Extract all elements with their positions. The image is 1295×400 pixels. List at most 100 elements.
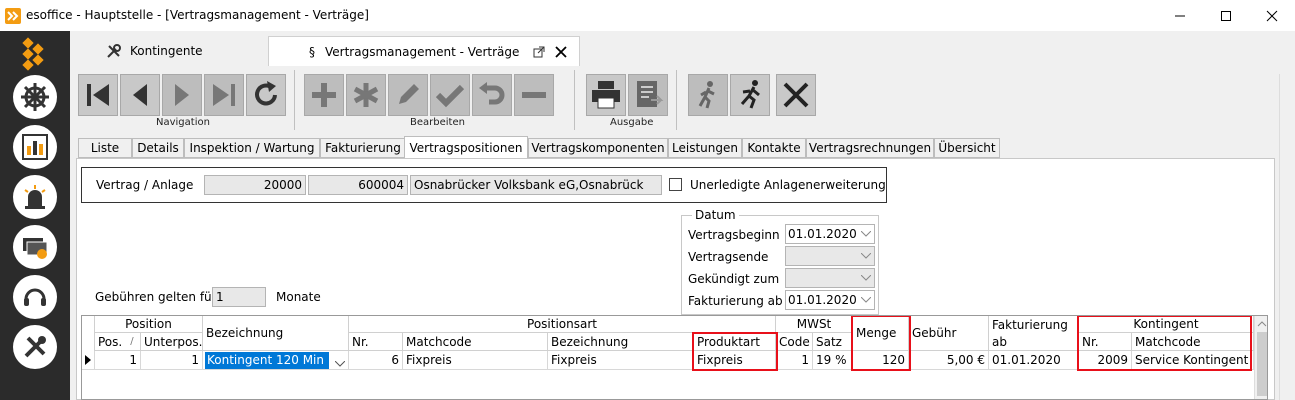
vertragsende-label: Vertragsende — [688, 250, 769, 264]
col-header-pa-nr[interactable]: Nr. — [349, 333, 403, 351]
col-header-pa-matchcode[interactable]: Matchcode — [403, 333, 548, 351]
window-title: esoffice - Hauptstelle - [Vertragsmanage… — [26, 8, 369, 22]
alarm-light-icon[interactable] — [13, 175, 57, 219]
fakturierung-ab-field[interactable]: 01.01.2020 — [785, 290, 875, 310]
scroll-thumb[interactable] — [1257, 332, 1267, 396]
tab-vertragsmanagement[interactable]: § Vertragsmanagement - Verträge — [268, 36, 580, 66]
gekuendigt-field[interactable] — [785, 268, 875, 288]
cell-bezeichnung[interactable]: Kontingent 120 Min — [203, 351, 349, 370]
popout-icon[interactable] — [533, 46, 545, 58]
fakturierung-ab-value: 01.01.2020 — [788, 293, 857, 307]
col-header-fakturierung[interactable]: Fakturierung — [989, 316, 1079, 333]
col-header-unterpos[interactable]: Unterpos. — [141, 333, 203, 351]
subtab-vertragspositionen[interactable]: Vertragspositionen — [404, 136, 528, 159]
vertrag-nr-field: 20000 — [204, 175, 306, 195]
cell-pa-matchcode[interactable]: Fixpreis — [403, 351, 548, 370]
subtab-kontakte[interactable]: Kontakte — [742, 138, 806, 158]
toolbar-group-label: Ausgabe — [610, 117, 654, 128]
export-button[interactable] — [628, 74, 668, 116]
tab-kontingente[interactable]: Kontingente — [106, 36, 256, 66]
tools-icon[interactable] — [13, 325, 57, 369]
minimize-button[interactable] — [1157, 0, 1203, 31]
subtab-vertragskomponenten[interactable]: Vertragskomponenten — [528, 138, 668, 158]
next-record-button[interactable] — [162, 74, 202, 116]
cell-satz[interactable]: 19 % — [813, 351, 853, 370]
helm-icon[interactable] — [13, 75, 57, 119]
gebuehren-unit: Monate — [276, 290, 321, 304]
vertragsbeginn-field[interactable]: 01.01.2020 — [785, 224, 875, 244]
bezeichnung-selected-value[interactable]: Kontingent 120 Min — [205, 351, 329, 369]
col-header-code[interactable]: Code — [776, 333, 813, 351]
first-record-button[interactable] — [78, 74, 118, 116]
subtab-vertragsrechnungen[interactable]: Vertragsrechnungen — [806, 138, 934, 158]
subtab-liste[interactable]: Liste — [78, 138, 132, 158]
subtab-inspektion[interactable]: Inspektion / Wartung — [184, 138, 320, 158]
chevron-down-icon[interactable] — [857, 291, 874, 309]
chevron-down-icon[interactable] — [857, 269, 874, 287]
anlagenerweiterung-checkbox[interactable] — [669, 178, 682, 191]
save-button[interactable] — [430, 74, 470, 116]
delete-button[interactable] — [514, 74, 554, 116]
grid-scrollbar[interactable] — [1254, 316, 1267, 399]
toolbar-group-label: Navigation — [156, 117, 210, 128]
cell-unterpos[interactable]: 1 — [141, 351, 203, 370]
money-icon[interactable] — [13, 225, 57, 269]
col-header-pa-bezeichnung[interactable]: Bezeichnung — [548, 333, 694, 351]
printer-icon — [592, 81, 620, 109]
datum-title: Datum — [692, 208, 739, 222]
subtab-leistungen[interactable]: Leistungen — [668, 138, 742, 158]
scroll-up-icon — [1257, 321, 1267, 327]
main-scrollbar[interactable] — [1279, 74, 1293, 400]
previous-record-button[interactable] — [120, 74, 160, 116]
group-header-positionsart: Positionsart — [349, 316, 776, 333]
chart-board-icon[interactable] — [13, 125, 57, 169]
datum-group: Datum Vertragsbeginn 01.01.2020 Vertrags… — [681, 208, 879, 315]
chevron-down-icon[interactable] — [334, 356, 346, 369]
col-header-satz[interactable]: Satz — [813, 333, 853, 351]
vertragsbeginn-label: Vertragsbeginn — [688, 228, 780, 242]
col-header-bezeichnung[interactable]: Bezeichnung — [203, 316, 349, 351]
chevron-down-icon[interactable] — [857, 225, 874, 243]
subtab-details[interactable]: Details — [132, 138, 184, 158]
next-icon — [175, 84, 189, 106]
cell-gebuehr[interactable]: 5,00 € — [909, 351, 989, 370]
run-button[interactable] — [730, 74, 770, 116]
gebuehren-field[interactable]: 1 — [212, 287, 266, 307]
kunde-name-field: Osnabrücker Volksbank eG,Osnabrück — [410, 175, 662, 195]
print-button[interactable] — [586, 74, 626, 116]
cell-pa-bezeichnung[interactable]: Fixpreis — [548, 351, 694, 370]
close-tab-icon[interactable] — [555, 45, 568, 58]
close-window-button[interactable] — [1249, 0, 1295, 31]
anlagenerweiterung-label: Unerledigte Anlagenerweiterung — [690, 178, 886, 192]
running-man-icon — [740, 80, 760, 109]
undo-button[interactable] — [472, 74, 512, 116]
last-record-button[interactable] — [204, 74, 244, 116]
vertragsende-field[interactable] — [785, 246, 875, 266]
minus-icon — [522, 92, 546, 98]
add-button[interactable] — [304, 74, 344, 116]
chevron-down-icon[interactable] — [857, 247, 874, 265]
previous-icon — [133, 84, 147, 106]
cell-fakturierung-ab[interactable]: 01.01.2020 — [989, 351, 1079, 370]
walk-button[interactable] — [688, 74, 728, 116]
cell-pos[interactable]: 1 — [95, 351, 141, 370]
document-tabs: Kontingente § Vertragsmanagement - Vertr… — [70, 31, 1295, 66]
current-row-arrow-icon — [82, 351, 95, 370]
col-header-pos[interactable]: Pos. / — [95, 333, 141, 351]
close-button[interactable] — [776, 74, 816, 116]
toolbar-separator — [574, 70, 575, 130]
subtab-fakturierung[interactable]: Fakturierung — [320, 138, 406, 158]
main-area: Navigation Bearbeiten Ausgabe Liste Deta… — [70, 66, 1295, 400]
asterisk-icon — [353, 83, 379, 107]
cell-pa-nr[interactable]: 6 — [349, 351, 403, 370]
content-panel: Vertrag / Anlage 20000 600004 Osnabrücke… — [76, 158, 1275, 400]
new-button[interactable] — [346, 74, 386, 116]
maximize-button[interactable] — [1203, 0, 1249, 31]
headset-icon[interactable] — [13, 275, 57, 319]
cell-code[interactable]: 1 — [776, 351, 813, 370]
col-header-pos-label: Pos. — [98, 334, 123, 349]
edit-button[interactable] — [388, 74, 428, 116]
col-header-gebuehr[interactable]: Gebühr — [909, 316, 989, 351]
subtab-uebersicht[interactable]: Übersicht — [934, 138, 1000, 158]
refresh-button[interactable] — [246, 74, 286, 116]
